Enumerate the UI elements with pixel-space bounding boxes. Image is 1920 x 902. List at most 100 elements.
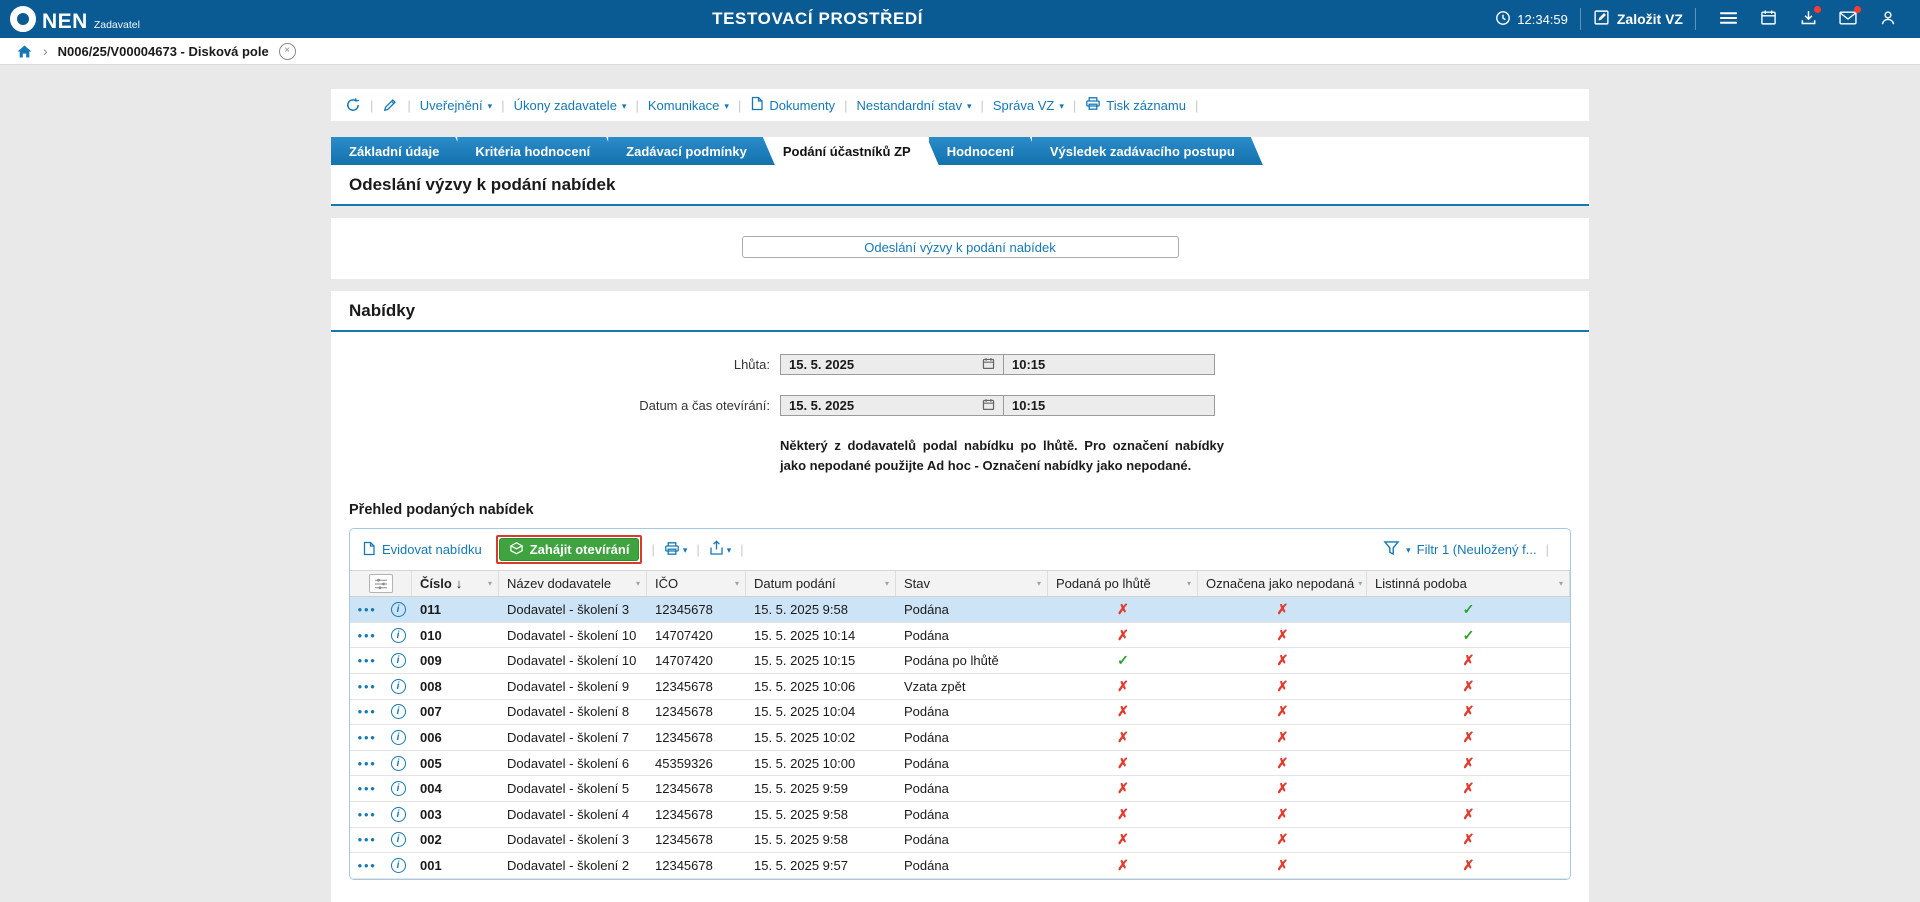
column-filter-icon[interactable]: ▾ (885, 579, 889, 588)
row-info-icon[interactable]: i (384, 602, 412, 617)
nen-logo[interactable]: NEN Zadavatel (10, 6, 140, 32)
row-info-icon[interactable]: i (384, 781, 412, 796)
toolbar-item[interactable]: Uveřejnění ▾ (420, 98, 492, 113)
tab[interactable]: Hodnocení (929, 137, 1042, 165)
print-table-button[interactable]: ▾ (664, 541, 688, 559)
messages-button[interactable] (1828, 0, 1868, 38)
register-bid-button[interactable]: Evidovat nabídku (362, 541, 482, 559)
opening-time-field[interactable]: 10:15 (1003, 395, 1215, 416)
table-row[interactable]: ●●● i 001 Dodavatel - školení 2 12345678… (350, 853, 1570, 879)
cell-after-deadline: ✗ (1048, 831, 1198, 848)
calendar-icon[interactable] (982, 357, 995, 373)
table-row[interactable]: ●●● i 005 Dodavatel - školení 6 45359326… (350, 751, 1570, 777)
column-filter-icon[interactable]: ▾ (1559, 579, 1563, 588)
chevron-down-icon[interactable]: ▾ (1406, 546, 1411, 555)
create-vz-button[interactable]: Založit VZ (1593, 9, 1683, 29)
column-filter-icon[interactable]: ▾ (1037, 579, 1041, 588)
tab[interactable]: Základní údaje (331, 137, 467, 165)
column-header[interactable]: Označena jako nepodaná ▾ (1198, 571, 1367, 596)
toolbar-item[interactable]: Komunikace ▾ (648, 98, 729, 113)
filter-funnel-icon[interactable] (1383, 540, 1400, 559)
row-info-icon[interactable]: i (384, 679, 412, 694)
downloads-button[interactable] (1788, 0, 1828, 38)
row-info-icon[interactable]: i (384, 832, 412, 847)
table-row[interactable]: ●●● i 003 Dodavatel - školení 4 12345678… (350, 802, 1570, 828)
table-row[interactable]: ●●● i 006 Dodavatel - školení 7 12345678… (350, 725, 1570, 751)
cell-paper-form: ✗ (1367, 755, 1570, 772)
export-button[interactable]: ▾ (709, 540, 732, 559)
tab[interactable]: Výsledek zadávacího postupu (1032, 137, 1263, 165)
separator: | (501, 98, 504, 113)
row-menu-icon[interactable]: ●●● (350, 682, 384, 691)
opening-date-field[interactable]: 15. 5. 2025 (780, 395, 1004, 416)
table-row[interactable]: ●●● i 008 Dodavatel - školení 9 12345678… (350, 674, 1570, 700)
column-header[interactable]: Podaná po lhůtě ▾ (1048, 571, 1198, 596)
toolbar-item[interactable]: Tisk záznamu (1085, 96, 1186, 114)
column-header[interactable]: Datum podání ▾ (746, 571, 896, 596)
table-row[interactable]: ●●● i 010 Dodavatel - školení 10 1470742… (350, 623, 1570, 649)
row-info-icon[interactable]: i (384, 730, 412, 745)
tab[interactable]: Kritéria hodnocení (457, 137, 618, 165)
row-info-icon[interactable]: i (384, 858, 412, 873)
menu-button[interactable] (1708, 0, 1748, 38)
row-info-icon[interactable]: i (384, 704, 412, 719)
deadline-time-field[interactable]: 10:15 (1003, 354, 1215, 375)
row-info-icon[interactable]: i (384, 756, 412, 771)
row-menu-icon[interactable]: ●●● (350, 759, 384, 768)
toolbar-item[interactable]: Dokumenty (750, 96, 835, 114)
column-filter-icon[interactable]: ▾ (1187, 579, 1191, 588)
close-record-icon[interactable]: × (279, 43, 296, 60)
column-header[interactable]: Listinná podoba ▾ (1367, 571, 1570, 596)
invitation-section: Odeslání výzvy k podání nabídek Odeslání… (331, 165, 1589, 279)
row-menu-icon[interactable]: ●●● (350, 810, 384, 819)
cell-date-submitted: 15. 5. 2025 10:15 (746, 653, 896, 668)
row-menu-icon[interactable]: ●●● (350, 784, 384, 793)
tab[interactable]: Podání účastníků ZP (765, 137, 939, 165)
column-header[interactable]: Stav ▾ (896, 571, 1048, 596)
pencil-icon[interactable] (382, 97, 398, 113)
toolbar-item[interactable]: Správa VZ ▾ (993, 98, 1064, 113)
toolbar-item[interactable]: Nestandardní stav ▾ (856, 98, 971, 113)
toolbar-item[interactable]: Úkony zadavatele ▾ (514, 98, 627, 113)
active-filter-label[interactable]: Filtr 1 (Neuložený f... (1417, 542, 1537, 557)
row-menu-icon[interactable]: ●●● (350, 605, 384, 614)
home-icon[interactable] (16, 44, 33, 59)
column-filter-icon[interactable]: ▾ (735, 579, 739, 588)
deadline-date-field[interactable]: 15. 5. 2025 (780, 354, 1004, 375)
table-row[interactable]: ●●● i 009 Dodavatel - školení 10 1470742… (350, 648, 1570, 674)
tab[interactable]: Zadávací podmínky (608, 137, 775, 165)
row-info-icon[interactable]: i (384, 807, 412, 822)
start-opening-button[interactable]: Zahájit otevírání (499, 538, 640, 561)
cell-marked-not-submitted: ✗ (1198, 806, 1367, 823)
calendar-icon[interactable] (982, 398, 995, 414)
row-info-icon[interactable]: i (384, 653, 412, 668)
row-menu-icon[interactable]: ●●● (350, 835, 384, 844)
cell-after-deadline: ✗ (1048, 703, 1198, 720)
column-filter-icon[interactable]: ▾ (636, 579, 640, 588)
table-row[interactable]: ●●● i 002 Dodavatel - školení 3 12345678… (350, 828, 1570, 854)
table-row[interactable]: ●●● i 007 Dodavatel - školení 8 12345678… (350, 700, 1570, 726)
cell-marked-not-submitted: ✗ (1198, 678, 1367, 695)
table-row[interactable]: ●●● i 004 Dodavatel - školení 5 12345678… (350, 776, 1570, 802)
refresh-icon[interactable] (345, 97, 361, 113)
row-menu-icon[interactable]: ●●● (350, 656, 384, 665)
row-menu-icon[interactable]: ●●● (350, 707, 384, 716)
column-filter-icon[interactable]: ▾ (1358, 579, 1362, 588)
row-menu-icon[interactable]: ●●● (350, 631, 384, 640)
cell-number: 002 (412, 832, 499, 847)
calendar-button[interactable] (1748, 0, 1788, 38)
send-invitation-button[interactable]: Odeslání výzvy k podání nabídek (742, 236, 1179, 258)
table-row[interactable]: ●●● i 011 Dodavatel - školení 3 12345678… (350, 597, 1570, 623)
profile-button[interactable] (1868, 0, 1908, 38)
column-filter-icon[interactable]: ▾ (488, 579, 492, 588)
column-header-label: Číslo (420, 576, 452, 591)
column-header[interactable]: Číslo ↓ ▾ (412, 571, 499, 596)
row-menu-icon[interactable]: ●●● (350, 733, 384, 742)
deadline-label: Lhůta: (331, 357, 780, 372)
toolbar-item-label: Správa VZ (993, 98, 1054, 113)
column-header[interactable]: Název dodavatele ▾ (499, 571, 647, 596)
column-settings-icon[interactable] (369, 574, 393, 593)
column-header[interactable]: IČO ▾ (647, 571, 746, 596)
row-menu-icon[interactable]: ●●● (350, 861, 384, 870)
row-info-icon[interactable]: i (384, 628, 412, 643)
